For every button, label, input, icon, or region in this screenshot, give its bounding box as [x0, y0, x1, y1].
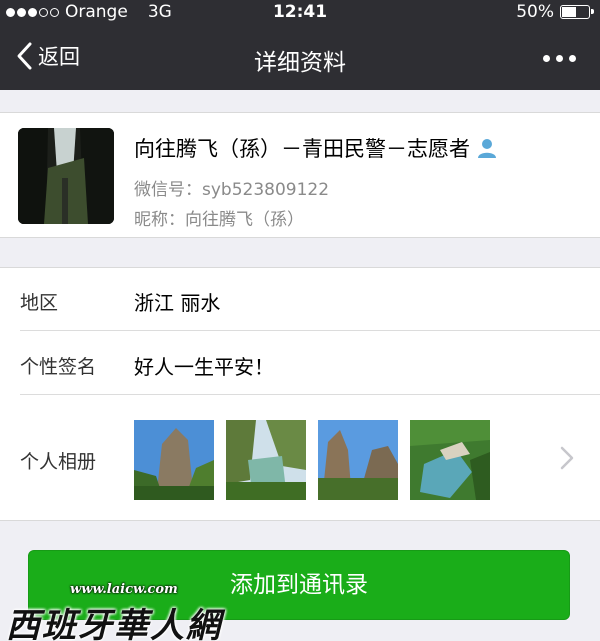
- wechat-id: 微信号：syb523809122: [134, 175, 329, 200]
- details-card: 地区 浙江 丽水 个性签名 好人一生平安！ 个人相册: [0, 267, 600, 521]
- status-bar: Orange 3G 12:41 50%: [0, 0, 600, 26]
- profile-card: 向往腾飞（孫）－青田民警－志愿者 微信号：syb523809122 昵称：向往腾…: [0, 112, 600, 238]
- profile-name-row: 向往腾飞（孫）－青田民警－志愿者: [134, 133, 498, 163]
- profile-name: 向往腾飞（孫）－青田民警－志愿者: [134, 137, 470, 161]
- battery-percent: 50%: [516, 2, 554, 22]
- nickname: 昵称：向往腾飞（孫）: [134, 205, 304, 230]
- battery-icon: [560, 5, 594, 19]
- nickname-value: 向往腾飞（孫）: [185, 210, 304, 230]
- page-title: 详细资料: [254, 50, 346, 76]
- chevron-right-icon[interactable]: [560, 446, 574, 470]
- region-value: 浙江 丽水: [134, 291, 221, 315]
- add-to-contacts-button[interactable]: 添加到通讯录: [28, 550, 570, 620]
- album-photo[interactable]: [134, 420, 214, 500]
- signature-value: 好人一生平安！: [134, 355, 274, 379]
- album-label: 个人相册: [20, 451, 97, 473]
- region-row: 地区 浙江 丽水: [0, 268, 600, 330]
- status-time: 12:41: [272, 2, 328, 22]
- album-photos[interactable]: [134, 420, 490, 500]
- wechat-id-value: syb523809122: [202, 180, 330, 200]
- album-photo[interactable]: [226, 420, 306, 500]
- status-right: 50%: [516, 2, 594, 22]
- signature-row: 个性签名 好人一生平安！: [0, 331, 600, 394]
- user-icon: [478, 139, 496, 158]
- region-label: 地区: [20, 292, 59, 314]
- more-dots-icon[interactable]: [543, 55, 576, 62]
- wechat-id-label: 微信号：: [134, 180, 202, 200]
- nav-bar: 返回 详细资料: [0, 26, 600, 90]
- album-photo[interactable]: [318, 420, 398, 500]
- nickname-label: 昵称：: [134, 210, 185, 230]
- signature-label: 个性签名: [20, 356, 97, 378]
- avatar[interactable]: [18, 128, 114, 224]
- album-photo[interactable]: [410, 420, 490, 500]
